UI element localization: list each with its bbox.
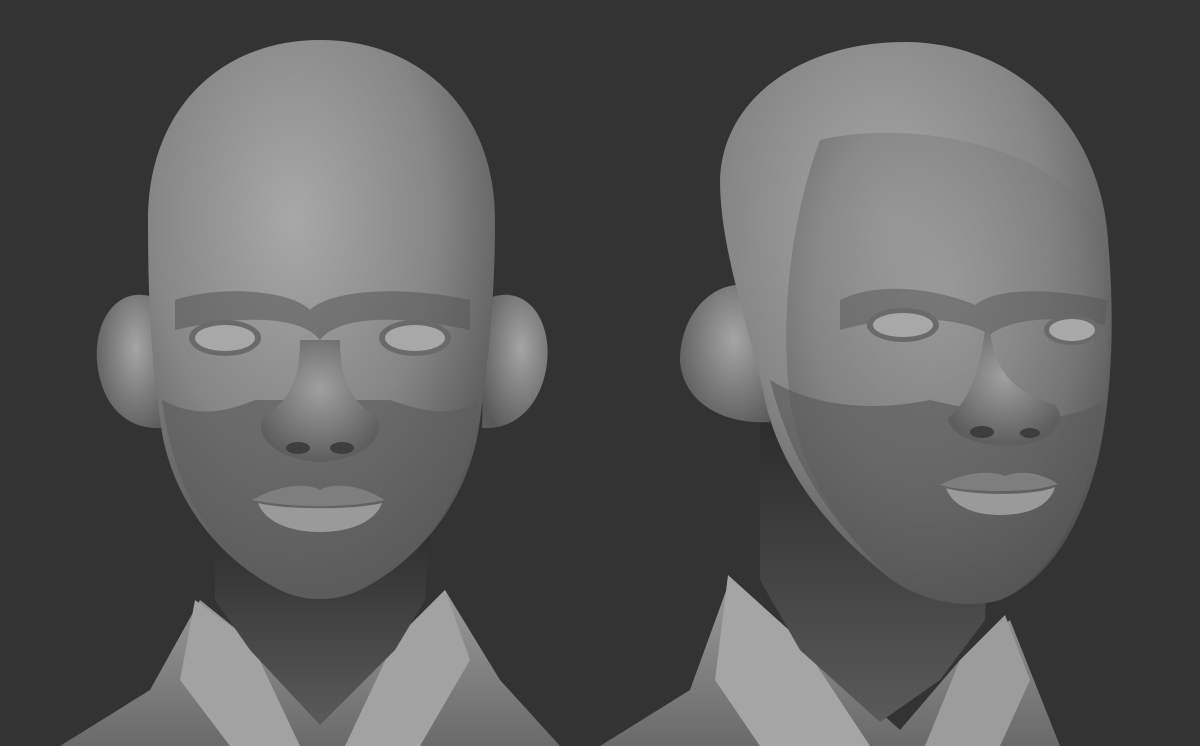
three-quarter-nostril-left: [970, 426, 994, 438]
front-head-sculpt: [60, 40, 560, 746]
render-canvas: [0, 0, 1200, 746]
front-nostril-right: [330, 442, 354, 454]
three-quarter-nostril-right: [1020, 428, 1040, 438]
three-quarter-eyeball-right: [1049, 319, 1095, 341]
front-eyeball-right: [385, 325, 445, 351]
three-quarter-head-sculpt: [600, 42, 1112, 746]
three-quarter-eyeball-left: [873, 313, 933, 337]
front-nostril-left: [286, 442, 310, 454]
front-eyeball-left: [195, 325, 255, 351]
sculpt-render: [60, 40, 1112, 746]
front-ear-right: [482, 294, 548, 429]
